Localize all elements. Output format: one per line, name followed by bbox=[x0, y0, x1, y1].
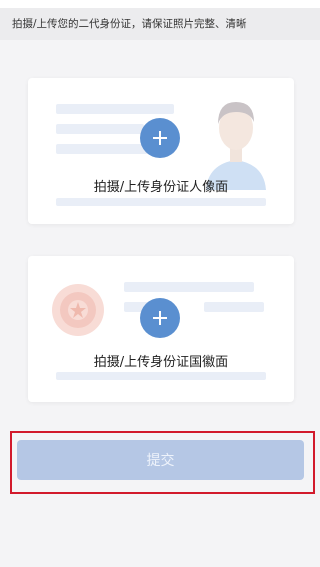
instruction-notice: 拍摄/上传您的二代身份证，请保证照片完整、清晰 bbox=[0, 8, 320, 40]
back-card-label: 拍摄/上传身份证国徽面 bbox=[93, 355, 229, 370]
id-back-upload-card[interactable]: 拍摄/上传身份证国徽面 bbox=[28, 256, 294, 402]
status-strip bbox=[0, 0, 320, 8]
plus-icon bbox=[153, 311, 167, 325]
front-card-label: 拍摄/上传身份证人像面 bbox=[93, 180, 229, 195]
portrait-icon bbox=[206, 102, 266, 190]
placeholder-line bbox=[124, 282, 254, 292]
plus-icon bbox=[153, 131, 167, 145]
placeholder-line bbox=[204, 302, 264, 312]
add-back-photo-button[interactable] bbox=[140, 298, 180, 338]
placeholder-line bbox=[56, 104, 174, 114]
id-front-upload-card[interactable]: 拍摄/上传身份证人像面 bbox=[28, 78, 294, 224]
national-emblem-icon bbox=[52, 284, 104, 336]
add-front-photo-button[interactable] bbox=[140, 118, 180, 158]
placeholder-line bbox=[56, 372, 266, 380]
placeholder-line bbox=[56, 124, 144, 134]
placeholder-line bbox=[56, 198, 266, 206]
submit-button[interactable]: 提交 bbox=[17, 440, 304, 480]
